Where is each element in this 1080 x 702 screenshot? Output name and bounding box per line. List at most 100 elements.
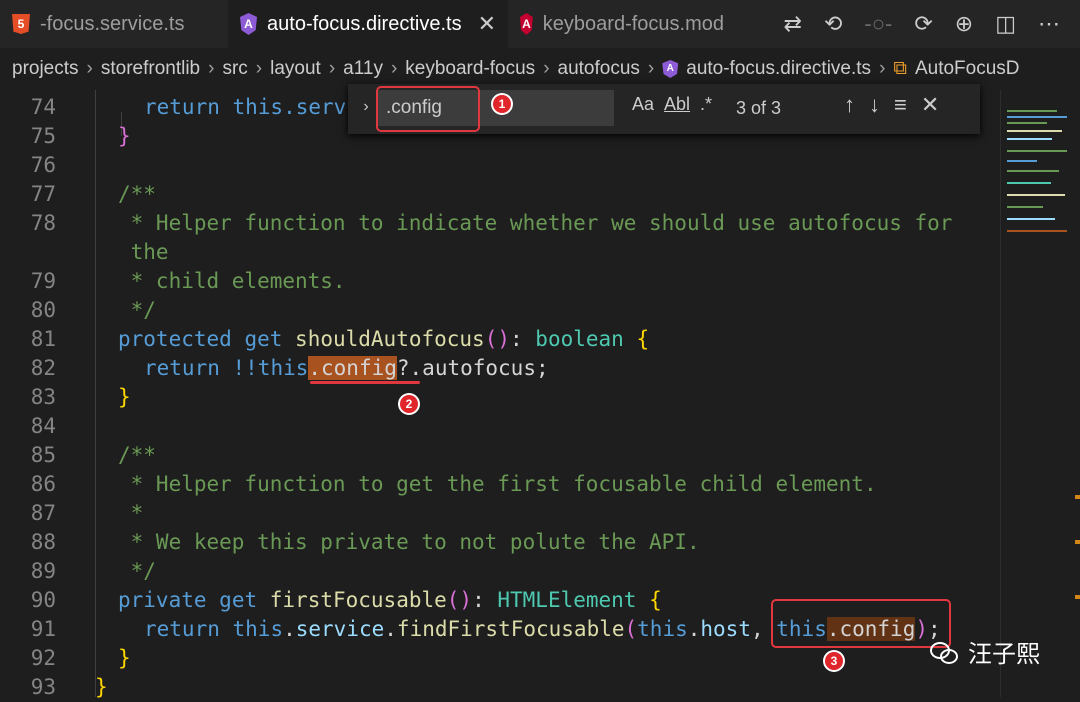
angular-icon: A [662, 60, 678, 78]
breadcrumb-item[interactable]: a11y [343, 58, 383, 80]
code-token: get [244, 327, 282, 351]
commit-icon[interactable]: -○- [864, 11, 892, 37]
code-token: protected [118, 327, 232, 351]
match-count: 3 of 3 [736, 98, 781, 119]
breadcrumb-item[interactable]: projects [12, 58, 79, 80]
code-token: */ [118, 559, 156, 583]
code-text: * Helper function to indicate whether we… [118, 209, 952, 238]
tab-label: -focus.service.ts [40, 13, 184, 36]
breadcrumb-item[interactable]: keyboard-focus [405, 58, 535, 80]
code-text: } [95, 673, 108, 702]
tab-focus-service[interactable]: 5 -focus.service.ts [0, 0, 228, 48]
code-token: get [219, 588, 257, 612]
annotation-marker: 3 [825, 652, 843, 670]
timeline-icon[interactable]: ⊕ [955, 11, 973, 37]
chevron-right-icon: › [648, 58, 654, 80]
arrow-down-icon[interactable]: ↓ [869, 92, 880, 118]
code-token: { [649, 588, 662, 612]
whole-word-button[interactable]: Abl [664, 94, 690, 115]
code-line: 80 */ [0, 296, 1000, 325]
minimap-line [1007, 194, 1065, 196]
go-forward-icon[interactable]: ⟳ [914, 11, 932, 37]
code-text: */ [118, 557, 156, 586]
code-token: private [118, 588, 207, 612]
breadcrumb-item[interactable]: autofocus [558, 58, 640, 80]
code-token: this [637, 617, 688, 641]
code-line: 83} [0, 383, 1000, 412]
scroll-marker [1075, 595, 1080, 599]
go-back-icon[interactable]: ⟲ [824, 11, 842, 37]
chevron-right-icon: › [256, 58, 262, 80]
find-options: Aa Abl .* [632, 94, 712, 115]
tab-keyboard-focus-module[interactable]: A keyboard-focus.mod [508, 0, 736, 48]
line-number: 80 [0, 296, 56, 325]
breadcrumb-item[interactable]: AutoFocusD [915, 58, 1020, 80]
git-compare-icon[interactable]: ⇄ [784, 11, 802, 37]
code-line: 89 */ [0, 557, 1000, 586]
split-editor-icon[interactable]: ◫ [995, 11, 1016, 37]
code-token: * [118, 501, 143, 525]
line-number: 77 [0, 180, 56, 209]
breadcrumb-item[interactable]: auto-focus.directive.ts [686, 58, 871, 80]
code-token: /** [118, 182, 156, 206]
code-token: * child elements. [118, 269, 346, 293]
chevron-right-icon: › [87, 58, 93, 80]
close-icon[interactable]: ✕ [478, 11, 496, 37]
minimap-line [1007, 130, 1062, 132]
line-number: 74 [0, 93, 56, 122]
code-token: */ [118, 298, 156, 322]
wechat-icon [930, 640, 960, 664]
line-number: 79 [0, 267, 56, 296]
breadcrumb-item[interactable]: layout [270, 58, 321, 80]
code-line: 78 * Helper function to indicate whether… [0, 209, 1000, 238]
code-text: * Helper function to get the first focus… [118, 470, 877, 499]
code-token: HTMLElement [497, 588, 636, 612]
code-token: shouldAutofocus [295, 327, 485, 351]
code-token: } [118, 385, 131, 409]
code-text: */ [118, 296, 156, 325]
watermark-text: 汪子熙 [968, 634, 1040, 669]
code-text: protected get shouldAutofocus(): boolean… [118, 325, 649, 354]
breadcrumb-item[interactable]: storefrontlib [101, 58, 200, 80]
code-token: * We keep this private to not polute the… [118, 530, 700, 554]
code-token: boolean [535, 327, 624, 351]
tab-auto-focus-directive[interactable]: A auto-focus.directive.ts ✕ [228, 0, 508, 48]
code-text: } [118, 383, 131, 412]
code-text: /** [118, 441, 156, 470]
annotation-underline [310, 381, 420, 384]
code-line: 84 [0, 412, 1000, 441]
match-case-button[interactable]: Aa [632, 94, 654, 115]
regex-button[interactable]: .* [700, 94, 712, 115]
angular-icon: A [520, 13, 533, 35]
line-number: 92 [0, 644, 56, 673]
minimap[interactable] [1000, 90, 1080, 697]
minimap-line [1007, 170, 1059, 172]
code-token: the [118, 240, 169, 264]
minimap-line [1007, 116, 1067, 118]
code-token: () [447, 588, 472, 612]
scroll-marker [1075, 495, 1080, 499]
chevron-right-icon: › [391, 58, 397, 80]
code-token: * Helper function to get the first focus… [118, 472, 877, 496]
breadcrumb-item[interactable]: src [222, 58, 247, 80]
close-icon[interactable]: ✕ [921, 92, 939, 118]
code-line: 93} [0, 673, 1000, 702]
tab-bar: 5 -focus.service.ts A auto-focus.directi… [0, 0, 1080, 48]
tab-label: auto-focus.directive.ts [267, 13, 462, 36]
more-icon[interactable]: ⋯ [1038, 11, 1060, 37]
line-number: 76 [0, 151, 56, 180]
arrow-up-icon[interactable]: ↑ [844, 92, 855, 118]
scroll-marker [1075, 540, 1080, 544]
angular-icon: A [240, 13, 257, 35]
editor-toolbar: ⇄ ⟲ -○- ⟳ ⊕ ◫ ⋯ [784, 0, 1080, 48]
minimap-line [1007, 182, 1051, 184]
tab-label: keyboard-focus.mod [543, 13, 724, 36]
code-line-wrap: the [0, 238, 1000, 267]
code-text: * child elements. [118, 267, 346, 296]
annotation-marker: 1 [493, 95, 511, 113]
code-line: 76 [0, 151, 1000, 180]
line-number: 82 [0, 354, 56, 383]
code-line: 81protected get shouldAutofocus(): boole… [0, 325, 1000, 354]
find-in-selection-icon[interactable]: ≡ [894, 92, 907, 118]
line-number: 85 [0, 441, 56, 470]
